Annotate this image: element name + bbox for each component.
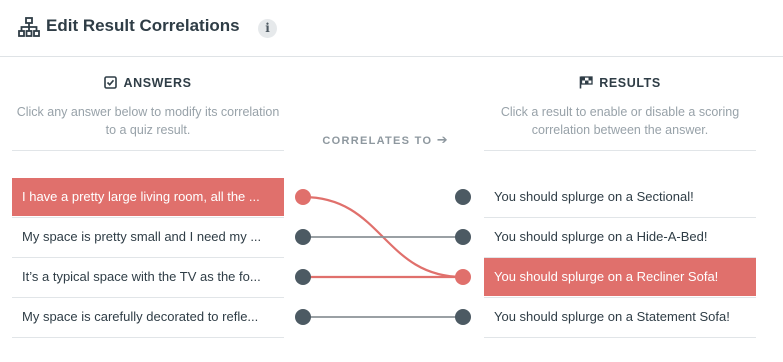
correlation-connectors [295,189,471,325]
answer-node[interactable] [295,189,311,205]
edit-result-correlations-panel: Edit Result Correlations i ANSWERS Click… [0,0,783,362]
answer-node[interactable] [295,229,311,245]
answer-node[interactable] [295,309,311,325]
result-node[interactable] [455,309,471,325]
result-node[interactable] [455,269,471,285]
answer-node[interactable] [295,269,311,285]
result-node[interactable] [455,229,471,245]
result-node[interactable] [455,189,471,205]
